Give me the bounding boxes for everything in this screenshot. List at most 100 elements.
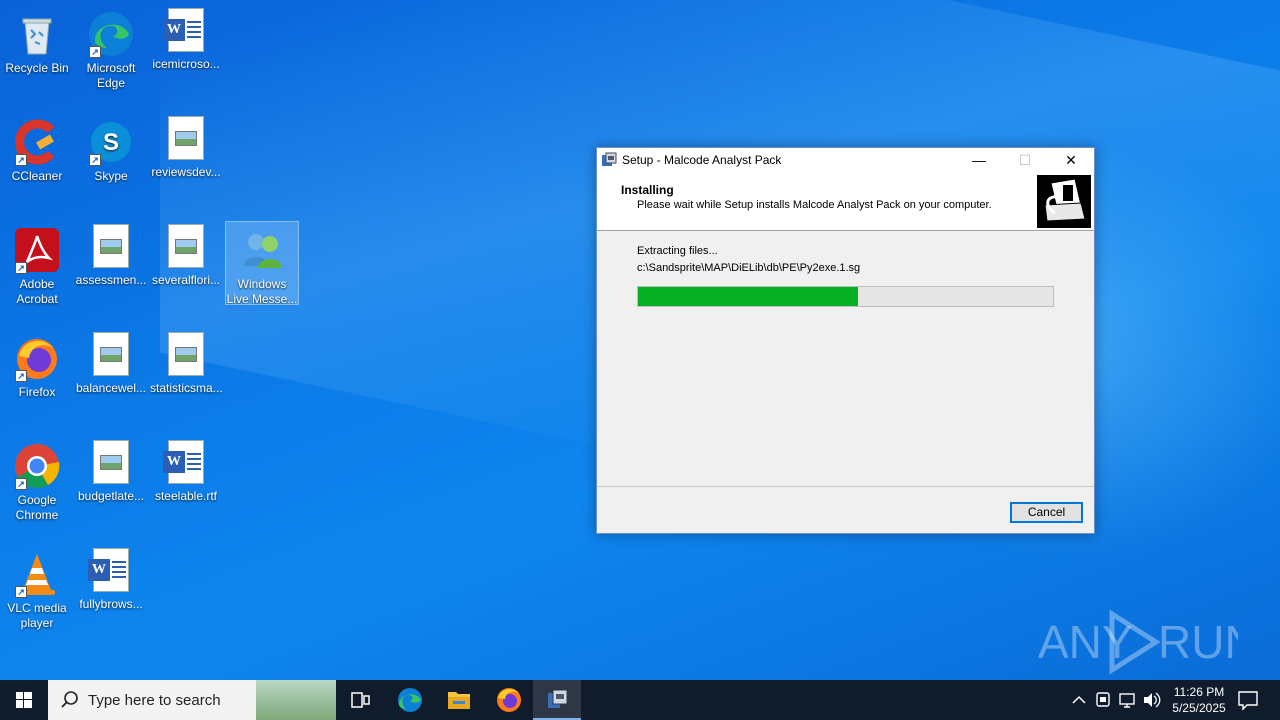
windows-logo-icon xyxy=(16,692,32,708)
folder-icon xyxy=(448,692,470,709)
word-document-icon: W xyxy=(88,548,129,592)
chevron-up-icon xyxy=(1072,695,1086,704)
skype-icon: S ↗ xyxy=(87,118,135,166)
tray-device-icon[interactable] xyxy=(1092,680,1114,720)
image-file-icon xyxy=(168,116,204,160)
desktop-icon-assessment-file[interactable]: assessmen... xyxy=(75,222,147,288)
image-file-icon xyxy=(93,440,129,484)
desktop-icon-reviewsdev-file[interactable]: reviewsdev... xyxy=(150,114,222,180)
shortcut-arrow-icon: ↗ xyxy=(89,46,101,58)
current-file-path: c:\Sandsprite\MAP\DiELib\db\PE\Py2exe.1.… xyxy=(637,262,861,274)
search-placeholder: Type here to search xyxy=(88,692,221,709)
image-file-icon xyxy=(93,224,129,268)
desktop-icon-windows-live-messenger[interactable]: Windows Live Messe... xyxy=(225,221,299,306)
desktop-icon-statisticsma-file[interactable]: statisticsma... xyxy=(150,330,223,396)
shortcut-arrow-icon: ↗ xyxy=(15,478,27,490)
desktop-icon-label: VLC media player xyxy=(7,601,67,630)
image-file-icon xyxy=(93,332,129,376)
taskbar-clock[interactable]: 11:26 PM 5/25/2025 xyxy=(1164,684,1234,716)
desktop-icon-steelable-rtf[interactable]: W steelable.rtf xyxy=(150,438,222,504)
desktop-icon-label: Firefox xyxy=(18,385,56,399)
search-icon xyxy=(60,690,80,710)
taskbar-file-explorer[interactable] xyxy=(435,680,483,720)
search-highlight-image xyxy=(256,680,336,720)
desktop-icon-budget-file[interactable]: budgetlate... xyxy=(75,438,147,504)
desktop-icon-label: reviewsdev... xyxy=(151,165,221,179)
shortcut-arrow-icon: ↗ xyxy=(15,586,27,598)
desktop-icon-microsoft-edge[interactable]: ↗ Microsoft Edge xyxy=(75,6,147,91)
shortcut-arrow-icon: ↗ xyxy=(15,154,27,166)
tray-overflow-button[interactable] xyxy=(1068,680,1090,720)
start-button[interactable] xyxy=(0,680,48,720)
dialog-footer: Cancel xyxy=(597,486,1094,534)
desktop-icon-ccleaner[interactable]: ↗ CCleaner xyxy=(1,114,73,184)
clock-time: 11:26 PM xyxy=(1173,685,1225,699)
taskbar-firefox[interactable] xyxy=(485,680,533,720)
desktop-icon-label: statisticsma... xyxy=(150,381,223,395)
desktop-icon-label: Recycle Bin xyxy=(5,61,69,75)
minimize-button[interactable]: — xyxy=(956,148,1002,172)
shortcut-arrow-icon: ↗ xyxy=(15,262,27,274)
anyrun-watermark: ANY RUN xyxy=(1038,606,1258,676)
taskbar-setup-app[interactable] xyxy=(533,680,581,720)
desktop-icon-label: Google Chrome xyxy=(15,493,59,522)
edge-icon: ↗ xyxy=(87,10,135,58)
desktop-icon-label: Adobe Acrobat xyxy=(16,277,58,306)
maximize-button[interactable]: ☐ xyxy=(1002,148,1048,172)
desktop-icon-balance-file[interactable]: balancewel... xyxy=(75,330,147,396)
dialog-header: Installing Please wait while Setup insta… xyxy=(597,172,1094,231)
installer-logo-icon xyxy=(1037,175,1091,228)
desktop-icon-label: CCleaner xyxy=(11,169,63,183)
image-file-icon xyxy=(168,332,204,376)
word-document-icon: W xyxy=(163,8,204,52)
setup-app-icon xyxy=(548,689,568,708)
google-chrome-icon: ↗ xyxy=(13,442,61,490)
desktop-icon-label: Microsoft Edge xyxy=(86,61,136,90)
taskbar-search-box[interactable]: Type here to search xyxy=(48,680,336,720)
svg-text:S: S xyxy=(103,129,119,156)
close-button[interactable]: ✕ xyxy=(1048,148,1094,172)
install-progress-bar xyxy=(637,286,1054,307)
clock-date: 5/25/2025 xyxy=(1172,701,1226,715)
status-text: Extracting files... xyxy=(637,245,718,257)
watermark-text-run: RUN xyxy=(1158,616,1238,668)
desktop-icon-icemicroso-file[interactable]: W icemicroso... xyxy=(150,6,222,72)
taskbar-edge[interactable] xyxy=(386,680,434,720)
desktop-icon-label: fullybrows... xyxy=(79,597,143,611)
adobe-acrobat-icon: ↗ xyxy=(13,226,61,274)
messenger-people-icon xyxy=(238,226,286,274)
desktop-icon-label: Skype xyxy=(94,169,128,183)
desktop-icon-adobe-acrobat[interactable]: ↗ Adobe Acrobat xyxy=(1,222,73,307)
progress-fill xyxy=(638,287,858,306)
desktop-icon-label: severalflori... xyxy=(151,273,221,287)
watermark-text-any: ANY xyxy=(1038,616,1133,668)
tray-volume-icon[interactable] xyxy=(1140,680,1162,720)
task-view-button[interactable] xyxy=(336,680,384,720)
firefox-icon: ↗ xyxy=(13,334,61,382)
desktop-icon-label: icemicroso... xyxy=(152,57,220,71)
ccleaner-icon: ↗ xyxy=(13,118,61,166)
header-title: Installing xyxy=(621,183,674,197)
taskbar: Type here to search 11:26 PM 5/25/2025 xyxy=(0,680,1280,720)
desktop-icon-severalflori-file[interactable]: severalflori... xyxy=(150,222,222,288)
shortcut-arrow-icon: ↗ xyxy=(15,370,27,382)
desktop-icon-firefox[interactable]: ↗ Firefox xyxy=(1,330,73,400)
firefox-icon xyxy=(497,688,521,712)
dialog-titlebar[interactable]: Setup - Malcode Analyst Pack — ☐ ✕ xyxy=(597,148,1094,172)
desktop-icon-fullybrows-file[interactable]: W fullybrows... xyxy=(75,546,147,612)
shortcut-arrow-icon: ↗ xyxy=(89,154,101,166)
volume-icon xyxy=(1144,692,1161,708)
desktop-icon-label: steelable.rtf xyxy=(154,489,218,503)
desktop-icon-google-chrome[interactable]: ↗ Google Chrome xyxy=(1,438,73,523)
cancel-button[interactable]: Cancel xyxy=(1010,502,1083,523)
desktop-icon-skype[interactable]: S ↗ Skype xyxy=(75,114,147,184)
desktop-icon-recycle-bin[interactable]: Recycle Bin xyxy=(1,6,73,76)
desktop-icon-vlc[interactable]: ↗ VLC media player xyxy=(1,546,73,631)
setup-app-icon xyxy=(601,152,617,168)
notification-icon xyxy=(1238,691,1258,711)
edge-icon xyxy=(398,688,422,712)
device-icon xyxy=(1096,692,1110,707)
notification-center-button[interactable] xyxy=(1230,680,1266,720)
tray-network-icon[interactable] xyxy=(1116,680,1138,720)
recycle-bin-icon xyxy=(13,10,61,58)
